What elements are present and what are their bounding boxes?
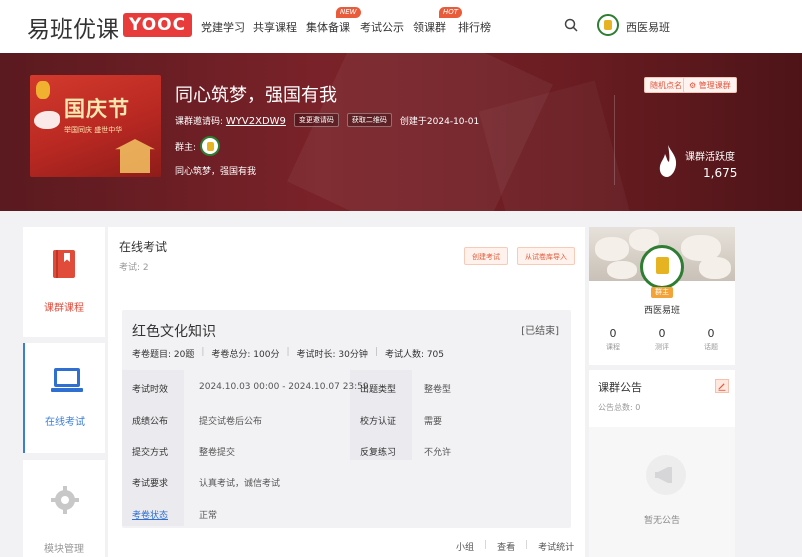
change-code-button[interactable]: 变更邀请码 bbox=[293, 113, 339, 127]
new-badge: NEW bbox=[336, 7, 361, 18]
row-key: 成绩公布 bbox=[132, 417, 169, 427]
sidebar-item-label: 在线考试 bbox=[45, 417, 85, 428]
activity-value: 1,675 bbox=[703, 166, 738, 180]
row-value: 2024.10.03 00:00 - 2024.10.07 23:59 bbox=[199, 382, 369, 392]
stat-questions: 考卷题目: 20题 bbox=[132, 350, 195, 360]
stat-duration: 考试时长: 30分钟 bbox=[296, 350, 368, 360]
logo-text[interactable]: 易班优课 bbox=[27, 10, 119, 44]
dove-icon bbox=[34, 111, 60, 129]
cover-subtitle: 举国同庆 盛世中华 bbox=[64, 126, 123, 134]
stat-total-score: 考卷总分: 100分 bbox=[211, 350, 280, 360]
cover-title: 国庆节 bbox=[64, 96, 130, 121]
search-icon[interactable] bbox=[564, 18, 578, 32]
nav-item-party-study[interactable]: 党建学习 bbox=[201, 19, 245, 35]
qrcode-button[interactable]: 获取二维码 bbox=[346, 113, 392, 127]
empty-notice-text: 暂无公告 bbox=[643, 516, 680, 526]
group-description: 同心筑梦，强国有我 bbox=[175, 167, 257, 177]
exam-panel: 在线考试 考试: 2 创建考试 从试卷库导入 红色文化知识 [已结束] 考卷题目… bbox=[108, 227, 585, 557]
notice-title: 课群公告 bbox=[598, 381, 642, 394]
group-banner: 国庆节 举国同庆 盛世中华 同心筑梦，强国有我 课群邀请码: WYV2XDW9 … bbox=[0, 53, 802, 211]
nav-item-collective-prep[interactable]: 集体备课 NEW bbox=[306, 7, 361, 35]
row-value: 需要 bbox=[424, 417, 443, 427]
owner-row: 群主: bbox=[175, 136, 221, 156]
row-key: 校方认证 bbox=[360, 417, 397, 427]
import-from-library-button[interactable]: 从试卷库导入 bbox=[517, 247, 575, 265]
create-exam-button[interactable]: 创建考试 bbox=[464, 247, 508, 265]
exam-title[interactable]: 红色文化知识 bbox=[132, 321, 216, 341]
exam-stats: 考卷题目: 20题 | 考卷总分: 100分 | 考试时长: 30分钟 | 考试人数:… bbox=[132, 347, 445, 360]
stat-participants: 考试人数: 705 bbox=[384, 350, 445, 360]
group-meta: 课群邀请码: WYV2XDW9 变更邀请码 获取二维码 创建于2024-10-0… bbox=[175, 113, 479, 127]
temple-icon bbox=[115, 139, 155, 173]
gear-icon bbox=[51, 486, 79, 514]
page-title: 在线考试 bbox=[119, 240, 168, 254]
row-value: 认真考试，诚信考试 bbox=[199, 479, 281, 489]
stat-courses[interactable]: 0 课程 bbox=[589, 327, 637, 352]
logo-badge[interactable]: YOOC bbox=[123, 13, 193, 37]
stat-topics[interactable]: 0 话题 bbox=[687, 327, 735, 352]
owner-name[interactable]: 西医易班 bbox=[589, 303, 735, 316]
row-key: 出题类型 bbox=[360, 385, 397, 395]
owner-label: 群主: bbox=[175, 142, 197, 153]
invite-label: 课群邀请码: WYV2XDW9 bbox=[175, 115, 286, 127]
user-avatar[interactable] bbox=[597, 14, 619, 36]
sidebar-item-label: 课群课程 bbox=[44, 303, 84, 314]
hot-badge: HOT bbox=[439, 7, 463, 18]
flame-icon bbox=[659, 145, 677, 177]
book-icon bbox=[53, 250, 75, 278]
row-key: 考试时效 bbox=[132, 385, 169, 395]
row-key: 提交方式 bbox=[132, 448, 169, 458]
edit-icon[interactable] bbox=[715, 379, 729, 393]
random-call-button[interactable]: 随机点名 bbox=[644, 77, 688, 93]
row-key: 反复练习 bbox=[360, 448, 397, 458]
notice-card: 课群公告 公告总数: 0 暂无公告 bbox=[589, 370, 735, 557]
row-value: 整卷提交 bbox=[199, 448, 236, 458]
exam-count: 考试: 2 bbox=[119, 263, 149, 273]
lantern-icon bbox=[36, 81, 50, 99]
gear-icon: ⚙ bbox=[689, 81, 697, 90]
megaphone-icon bbox=[646, 455, 686, 495]
exam-actions: 小组 | 查看 | 考试统计 bbox=[456, 540, 575, 553]
sidebar-item-label: 模块管理 bbox=[44, 544, 84, 555]
nav-item-shared-courses[interactable]: 共享课程 bbox=[253, 19, 297, 35]
owner-card: 群主 西医易班 0 课程 0 测评 0 话题 bbox=[589, 227, 735, 365]
row-value: 不允许 bbox=[424, 448, 452, 458]
owner-tag: 群主 bbox=[651, 287, 673, 298]
manage-group-button[interactable]: ⚙ 管理课群 bbox=[683, 77, 737, 93]
nav-item-get-course-group[interactable]: 领课群 HOT bbox=[413, 7, 463, 35]
user-name[interactable]: 西医易班 bbox=[626, 19, 670, 35]
owner-avatar-large[interactable] bbox=[640, 245, 684, 289]
nav-item-ranking[interactable]: 排行榜 bbox=[458, 19, 491, 35]
sidebar-item-online-exam[interactable]: 在线考试 bbox=[23, 343, 105, 453]
sidebar-item-module-manage[interactable]: 模块管理 bbox=[23, 460, 105, 557]
nav-item-exam-public[interactable]: 考试公示 bbox=[360, 19, 404, 35]
group-cover-image: 国庆节 举国同庆 盛世中华 bbox=[30, 75, 161, 177]
stat-tests[interactable]: 0 测评 bbox=[638, 327, 686, 352]
notice-empty: 暂无公告 bbox=[589, 427, 735, 557]
group-link[interactable]: 小组 bbox=[456, 540, 474, 553]
exam-status-link[interactable]: 考卷状态 bbox=[132, 508, 168, 521]
group-title: 同心筑梦，强国有我 bbox=[175, 85, 337, 106]
row-value: 正常 bbox=[199, 511, 218, 521]
activity-label: 课群活跃度 bbox=[685, 152, 735, 163]
exam-status: [已结束] bbox=[521, 326, 559, 337]
invite-code[interactable]: WYV2XDW9 bbox=[226, 116, 286, 127]
row-key: 考试要求 bbox=[132, 479, 169, 489]
owner-avatar[interactable] bbox=[200, 136, 221, 156]
notice-count: 公告总数: 0 bbox=[598, 403, 641, 412]
sidebar-item-courses[interactable]: 课群课程 bbox=[23, 227, 105, 337]
top-navbar: 易班优课 YOOC 党建学习 共享课程 集体备课 NEW 考试公示 领课群 HOT … bbox=[0, 0, 802, 53]
created-date: 创建于2024-10-01 bbox=[399, 116, 480, 127]
view-link[interactable]: 查看 bbox=[497, 540, 515, 553]
row-value: 整卷型 bbox=[424, 385, 452, 395]
divider bbox=[614, 95, 615, 185]
laptop-icon bbox=[51, 368, 83, 392]
exam-card[interactable]: 红色文化知识 [已结束] 考卷题目: 20题 | 考卷总分: 100分 | 考试时长… bbox=[122, 310, 571, 528]
exam-stats-link[interactable]: 考试统计 bbox=[538, 540, 574, 553]
row-value: 提交试卷后公布 bbox=[199, 417, 263, 427]
